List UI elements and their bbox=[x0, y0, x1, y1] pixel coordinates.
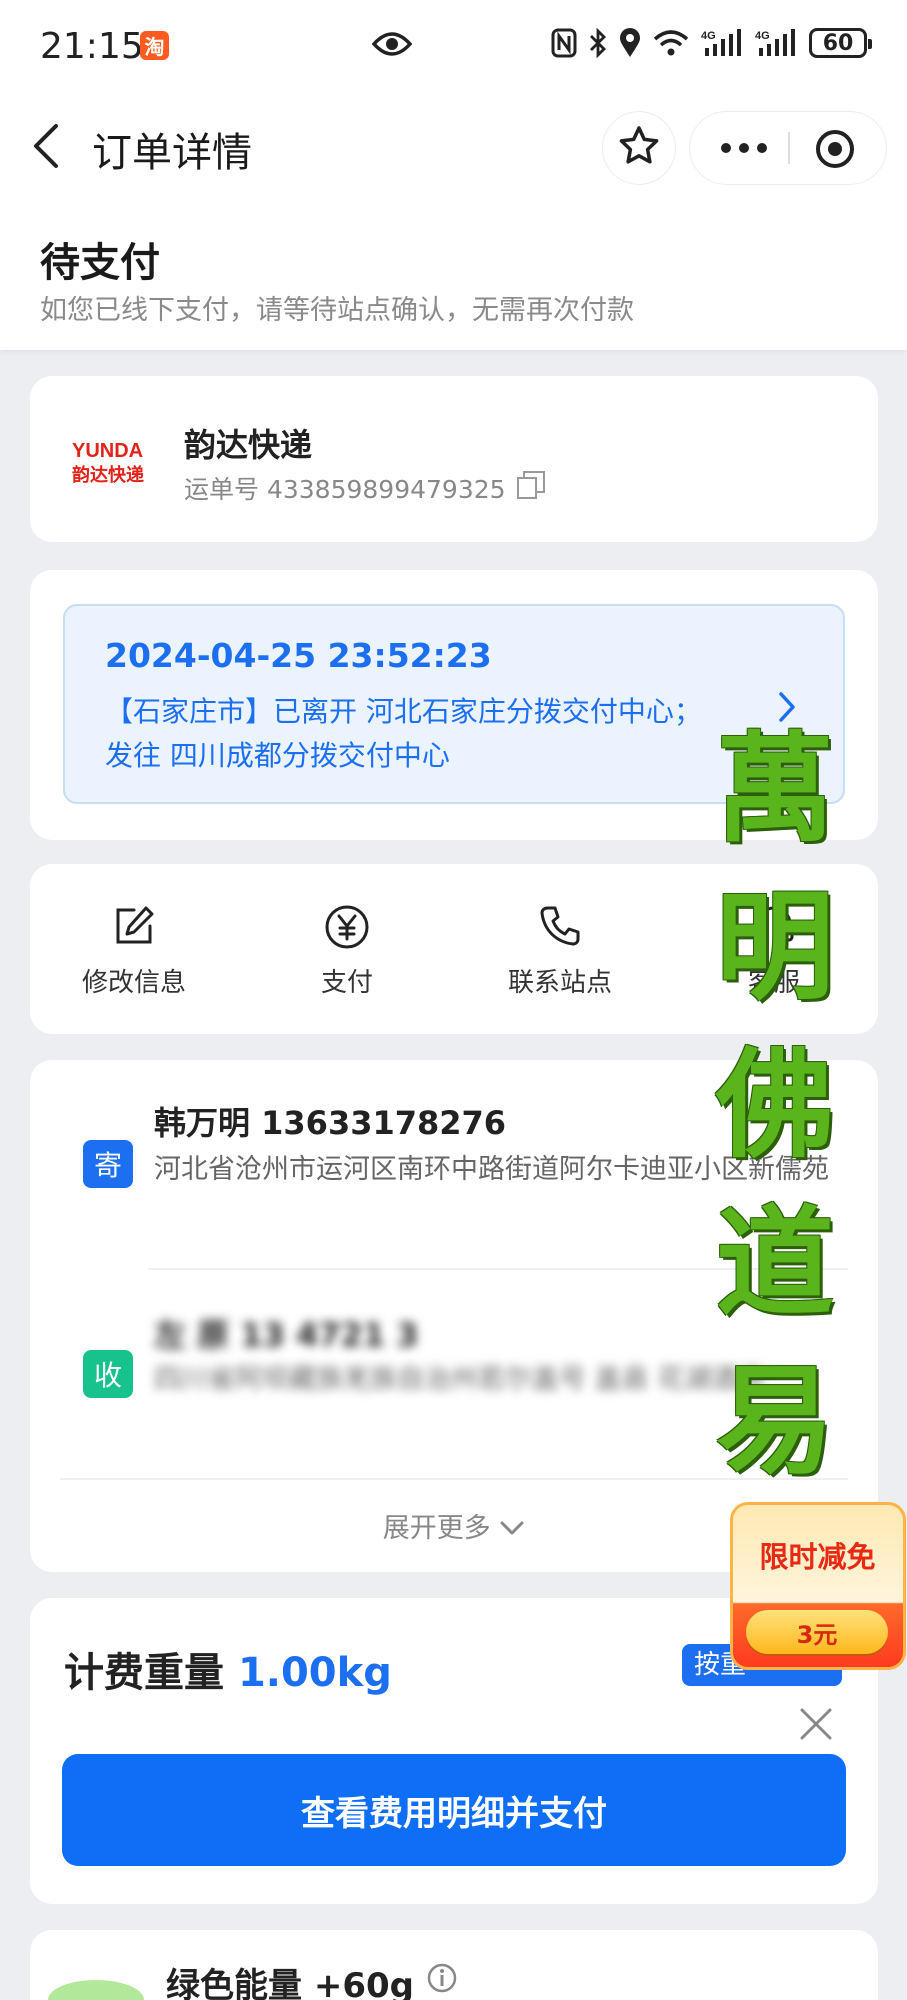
edit-icon bbox=[54, 904, 214, 950]
wifi-icon bbox=[653, 29, 689, 57]
watermark-char: 易 bbox=[715, 1351, 834, 1490]
copy-icon[interactable] bbox=[516, 470, 546, 506]
star-icon bbox=[617, 124, 661, 172]
courier-name: 韵达快递 bbox=[184, 426, 313, 464]
green-energy-card: 绿色能量 +60g bbox=[30, 1930, 878, 2000]
promo-coupon: 3元 bbox=[746, 1610, 888, 1654]
back-button[interactable] bbox=[28, 122, 68, 172]
watermark-char: 道 bbox=[715, 1193, 834, 1332]
watermark-char: 佛 bbox=[715, 1035, 834, 1174]
waybill-number: 运单号 433859899479325 bbox=[184, 470, 546, 506]
status-bar: 21:15 淘 4G 4G 60 bbox=[0, 0, 907, 92]
signal-4g-icon-1: 4G bbox=[701, 28, 743, 58]
action-label: 联系站点 bbox=[507, 968, 612, 998]
favorite-button[interactable] bbox=[603, 112, 675, 184]
promo-title: 限时减免 bbox=[759, 1540, 876, 1574]
limited-time-discount-float[interactable]: 限时减免 3元 bbox=[728, 1500, 907, 1676]
receiver-badge: 收 bbox=[83, 1350, 133, 1398]
edit-info-action[interactable]: 修改信息 bbox=[54, 904, 214, 999]
bluetooth-icon bbox=[589, 28, 607, 58]
capsule-divider bbox=[788, 132, 790, 164]
watermark-char: 萬 bbox=[715, 719, 834, 858]
green-energy-text: 绿色能量 +60g bbox=[166, 1966, 414, 2000]
action-label: 修改信息 bbox=[81, 968, 186, 998]
view-fee-and-pay-button[interactable]: 查看费用明细并支付 bbox=[62, 1754, 846, 1866]
order-status-subtitle: 如您已线下支付，请等待站点确认，无需再次付款 bbox=[40, 295, 634, 326]
billing-weight-value: 1.00kg bbox=[237, 1650, 392, 1696]
target-circle-icon[interactable] bbox=[814, 128, 856, 174]
action-label: 支付 bbox=[320, 968, 373, 998]
svg-text:4G: 4G bbox=[755, 30, 770, 42]
calligraphy-watermark: 萬 明 佛 道 易 bbox=[690, 710, 860, 1500]
billing-weight: 计费重量 1.00kg bbox=[64, 1640, 392, 1698]
tracking-datetime: 2024-04-25 23:52:23 bbox=[105, 636, 492, 675]
sender-badge: 寄 bbox=[83, 1140, 133, 1188]
page-title: 订单详情 bbox=[92, 130, 252, 176]
close-icon[interactable] bbox=[798, 1706, 834, 1746]
contact-station-action[interactable]: 联系站点 bbox=[480, 904, 640, 999]
yunda-logo: YUNDA 韵达快递 bbox=[72, 440, 182, 486]
status-icons: 4G 4G 60 bbox=[551, 28, 872, 58]
eye-icon bbox=[371, 30, 413, 62]
svg-text:4G: 4G bbox=[701, 30, 716, 42]
yunda-logo-cn: 韵达快递 bbox=[72, 465, 144, 486]
taobao-app-icon: 淘 bbox=[140, 31, 169, 60]
green-energy-title: 绿色能量 +60g bbox=[166, 1958, 458, 2000]
back-chevron-icon bbox=[28, 124, 64, 174]
watermark-char: 明 bbox=[715, 877, 834, 1016]
billing-weight-label: 计费重量 bbox=[64, 1650, 224, 1696]
order-status-title: 待支付 bbox=[40, 240, 160, 286]
info-icon[interactable] bbox=[426, 1962, 458, 2000]
expand-label: 展开更多 bbox=[382, 1513, 491, 1544]
yunda-logo-en: YUNDA bbox=[72, 440, 144, 462]
yen-circle-icon bbox=[267, 904, 427, 950]
nfc-icon bbox=[551, 28, 577, 58]
phone-icon bbox=[480, 904, 640, 950]
mini-program-capsule bbox=[690, 112, 886, 184]
leaf-icon bbox=[48, 1980, 144, 2000]
location-icon bbox=[619, 28, 641, 58]
sender-name-phone: 韩万明 13633178276 bbox=[154, 1104, 507, 1142]
receiver-name-phone: 左 原 13 4721 3 bbox=[154, 1316, 419, 1354]
waybill-text: 运单号 433859899479325 bbox=[184, 475, 506, 504]
signal-4g-icon-2: 4G bbox=[755, 28, 797, 58]
status-time: 21:15 bbox=[40, 26, 144, 67]
tracking-description: 【石家庄市】已离开 河北石家庄分拨交付中心；发往 四川成都分拨交付中心 bbox=[105, 695, 702, 772]
more-dots-icon[interactable] bbox=[720, 136, 768, 164]
battery-indicator: 60 bbox=[809, 28, 872, 58]
chevron-down-icon bbox=[499, 1513, 525, 1544]
courier-card: YUNDA 韵达快递 韵达快递 运单号 433859899479325 bbox=[30, 376, 878, 542]
pay-action[interactable]: 支付 bbox=[267, 904, 427, 999]
